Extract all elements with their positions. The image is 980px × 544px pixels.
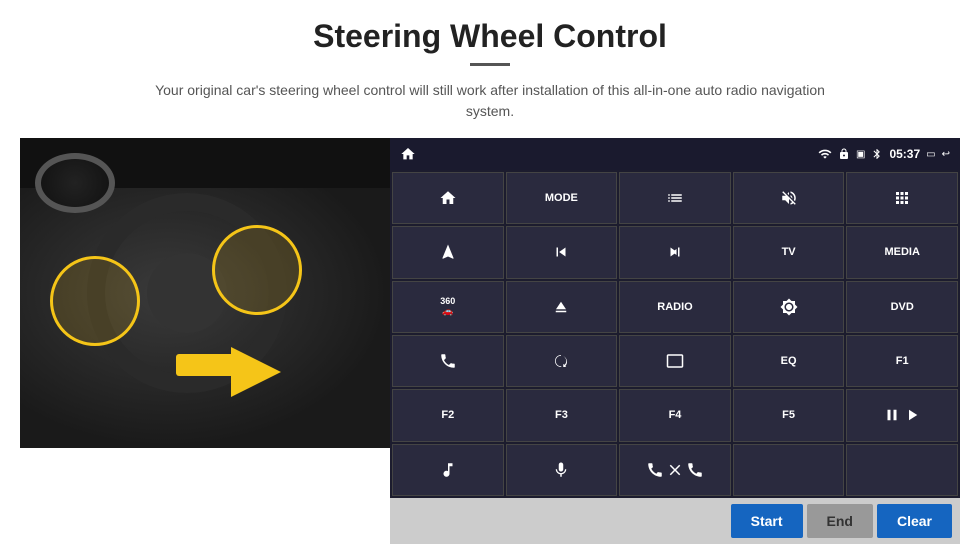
wifi-icon — [818, 147, 832, 161]
f3-button[interactable]: F3 — [506, 389, 618, 441]
eq-button[interactable]: EQ — [733, 335, 845, 387]
prev-button[interactable] — [506, 226, 618, 278]
bottom-action-bar: Start End Clear — [390, 498, 960, 544]
apps-icon — [893, 189, 911, 207]
screen-button[interactable] — [619, 335, 731, 387]
f5-label: F5 — [782, 409, 795, 421]
swirl-button[interactable] — [506, 335, 618, 387]
clear-button[interactable]: Clear — [877, 504, 952, 538]
time-display: 05:37 — [889, 147, 920, 161]
back-icon: ↩ — [942, 149, 950, 160]
empty1-button[interactable] — [733, 444, 845, 496]
dvd-button[interactable]: DVD — [846, 281, 958, 333]
lock-icon — [838, 148, 850, 160]
window-icon: ▭ — [926, 149, 935, 160]
eq-label: EQ — [781, 355, 797, 367]
apps-button[interactable] — [846, 172, 958, 224]
arrow-indicator — [161, 342, 281, 402]
next-icon — [666, 243, 684, 261]
music-button[interactable] — [392, 444, 504, 496]
home-button[interactable] — [392, 172, 504, 224]
dvd-label: DVD — [891, 301, 914, 313]
mute-button[interactable] — [733, 172, 845, 224]
brightness-icon — [780, 298, 798, 316]
status-left — [400, 146, 416, 162]
status-bar: ▣ 05:37 ▭ ↩ — [390, 138, 960, 170]
f2-button[interactable]: F2 — [392, 389, 504, 441]
f3-label: F3 — [555, 409, 568, 421]
call-accept-icon — [686, 461, 704, 479]
tv-label: TV — [782, 246, 796, 258]
list-icon — [666, 189, 684, 207]
f4-label: F4 — [669, 409, 682, 421]
f2-label: F2 — [441, 409, 454, 421]
f5-button[interactable]: F5 — [733, 389, 845, 441]
call-divider-icon — [666, 461, 684, 479]
screen-icon — [666, 352, 684, 370]
swirl-icon — [552, 352, 570, 370]
call-end-icon — [646, 461, 664, 479]
f1-label: F1 — [896, 355, 909, 367]
mic-button[interactable] — [506, 444, 618, 496]
nav-icon — [439, 243, 457, 261]
sim-icon: ▣ — [856, 149, 865, 160]
page-title: Steering Wheel Control — [313, 18, 667, 55]
control-panel: ▣ 05:37 ▭ ↩ MODE — [390, 138, 960, 544]
home-status-icon — [400, 146, 416, 162]
music-icon — [439, 461, 457, 479]
call-button[interactable] — [619, 444, 731, 496]
cam360-icon: 360🚗 — [440, 297, 455, 317]
nav-button[interactable] — [392, 226, 504, 278]
home-icon — [439, 189, 457, 207]
mode-label: MODE — [545, 192, 578, 204]
play-icon — [903, 406, 921, 424]
eject-button[interactable] — [506, 281, 618, 333]
end-button[interactable]: End — [807, 504, 873, 538]
mute-icon — [780, 189, 798, 207]
radio-label: RADIO — [657, 301, 692, 313]
mode-button[interactable]: MODE — [506, 172, 618, 224]
media-button[interactable]: MEDIA — [846, 226, 958, 278]
car-image — [20, 138, 390, 448]
phone-icon — [439, 352, 457, 370]
start-button[interactable]: Start — [731, 504, 803, 538]
mic-icon — [552, 461, 570, 479]
playpause-button[interactable] — [846, 389, 958, 441]
cam360-button[interactable]: 360🚗 — [392, 281, 504, 333]
page-subtitle: Your original car's steering wheel contr… — [140, 80, 840, 122]
tv-button[interactable]: TV — [733, 226, 845, 278]
eject-icon — [552, 298, 570, 316]
empty2-button[interactable] — [846, 444, 958, 496]
radio-button[interactable]: RADIO — [619, 281, 731, 333]
next-button[interactable] — [619, 226, 731, 278]
right-controls-highlight — [212, 225, 302, 315]
list-button[interactable] — [619, 172, 731, 224]
main-content: ▣ 05:37 ▭ ↩ MODE — [20, 138, 960, 544]
prev-icon — [552, 243, 570, 261]
title-divider — [470, 63, 510, 66]
button-grid: MODE — [390, 170, 960, 498]
f4-button[interactable]: F4 — [619, 389, 731, 441]
media-label: MEDIA — [884, 246, 919, 258]
playpause-icon — [883, 406, 901, 424]
f1-button[interactable]: F1 — [846, 335, 958, 387]
status-right: ▣ 05:37 ▭ ↩ — [818, 147, 950, 161]
left-controls-highlight — [50, 256, 140, 346]
brightness-button[interactable] — [733, 281, 845, 333]
phone-button[interactable] — [392, 335, 504, 387]
bluetooth-icon — [871, 148, 883, 160]
